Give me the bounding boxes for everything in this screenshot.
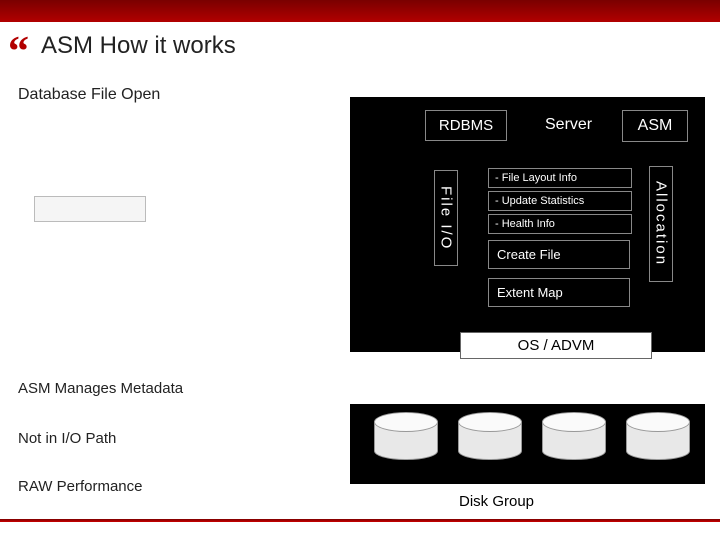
footer-accent-bar bbox=[0, 519, 720, 522]
file-io-text: File I/O bbox=[438, 186, 455, 250]
msg-update-stats: - Update Statistics bbox=[488, 191, 632, 211]
msg-create-file: Create File bbox=[488, 240, 630, 269]
msg-file-layout: - File Layout Info bbox=[488, 168, 632, 188]
disk-group-label: Disk Group bbox=[455, 492, 538, 511]
header-accent-bar bbox=[0, 0, 720, 22]
allocation-text: Allocation bbox=[653, 181, 670, 266]
title-row: “ ASM How it works bbox=[0, 22, 720, 68]
allocation-label: Allocation bbox=[649, 166, 673, 282]
bullet-metadata: ASM Manages Metadata bbox=[18, 380, 183, 397]
placeholder-box bbox=[34, 196, 146, 222]
disk-icon bbox=[458, 412, 520, 464]
disk-icon bbox=[542, 412, 604, 464]
bullet-raw-perf: RAW Performance bbox=[18, 478, 142, 495]
slide-title: ASM How it works bbox=[41, 32, 236, 60]
asm-header: ASM bbox=[622, 110, 688, 142]
disk-icon bbox=[374, 412, 436, 464]
msg-health-info: - Health Info bbox=[488, 214, 632, 234]
bullet-io-path: Not in I/O Path bbox=[18, 430, 116, 447]
msg-extent-map: Extent Map bbox=[488, 278, 630, 307]
server-label: Server bbox=[545, 116, 592, 134]
os-advm-box: OS / ADVM bbox=[460, 332, 652, 359]
file-io-label: File I/O bbox=[434, 170, 458, 266]
quote-icon: “ bbox=[8, 42, 29, 62]
rdbms-header: RDBMS bbox=[425, 110, 507, 141]
disk-icon bbox=[626, 412, 688, 464]
